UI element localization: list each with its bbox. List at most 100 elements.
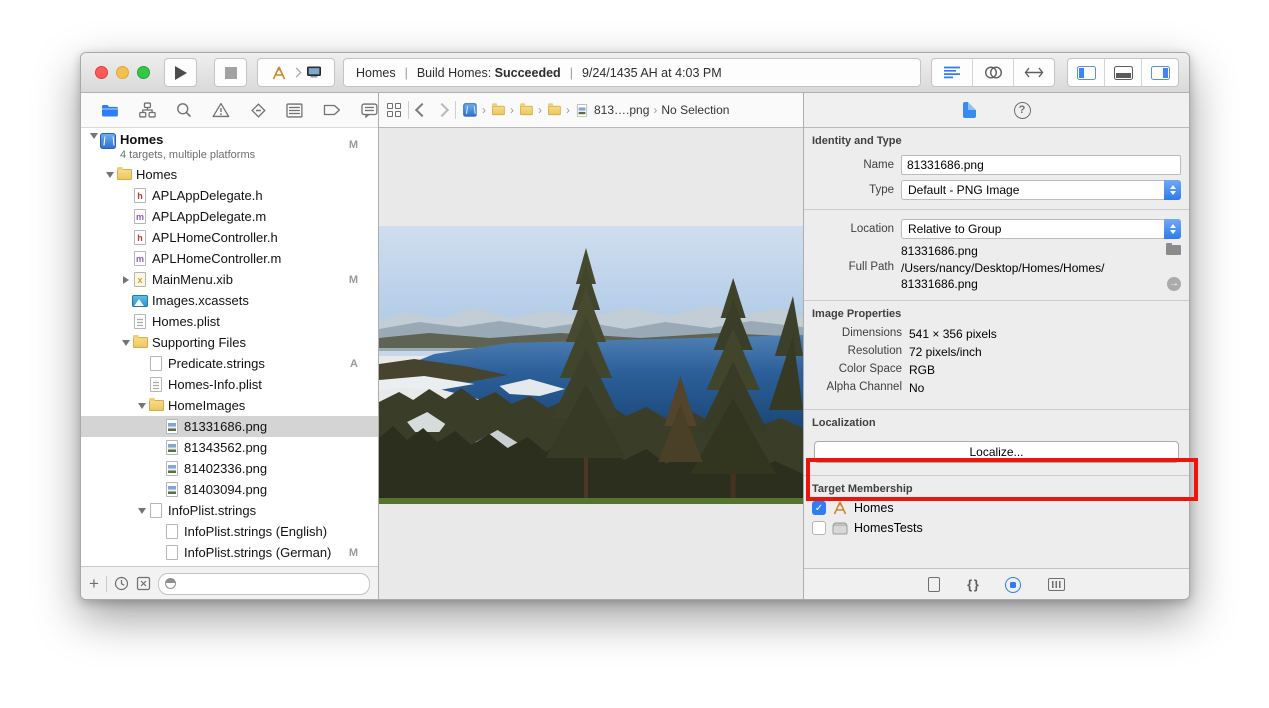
tree-row-group[interactable]: Supporting Files xyxy=(81,332,378,353)
strings-file-icon xyxy=(148,566,164,567)
disclosure-triangle[interactable] xyxy=(87,133,100,139)
close-window-button[interactable] xyxy=(95,66,108,79)
file-name: MainMenu.xib xyxy=(152,272,233,287)
symbol-navigator-icon[interactable] xyxy=(139,102,156,118)
issue-navigator-icon[interactable] xyxy=(212,102,230,118)
go-back-button[interactable] xyxy=(415,103,429,117)
find-navigator-icon[interactable] xyxy=(176,102,192,118)
activity-status-bar[interactable]: Homes | Build Homes: Succeeded | 9/24/14… xyxy=(343,58,921,87)
location-popup[interactable]: Relative to Group xyxy=(901,219,1181,239)
show-in-finder-icon[interactable] xyxy=(1166,245,1181,255)
target-checkbox-checked[interactable]: ✓ xyxy=(812,501,826,515)
lake-tahoe-photo xyxy=(379,226,803,504)
file-inspector-tab-icon[interactable] xyxy=(963,102,976,118)
zoom-window-button[interactable] xyxy=(137,66,150,79)
tree-row-file-clipped[interactable]: Localizable.strings M xyxy=(81,563,378,566)
tree-row-file[interactable]: 81403094.png xyxy=(81,479,378,500)
tree-row-file[interactable]: h APLHomeController.h xyxy=(81,227,378,248)
folder-icon[interactable] xyxy=(547,103,561,117)
identity-section: Identity and Type Name Type Default - PN… xyxy=(804,128,1189,200)
tree-row-group[interactable]: InfoPlist.strings xyxy=(81,500,378,521)
disclosure-triangle[interactable] xyxy=(135,508,148,514)
debug-navigator-icon[interactable] xyxy=(286,103,303,118)
tree-row-group[interactable]: Homes xyxy=(81,164,378,185)
breadcrumb-separator: › xyxy=(538,103,542,117)
breadcrumb-file[interactable]: 813….png xyxy=(594,103,649,117)
navigator-panel-icon xyxy=(1077,66,1096,80)
section-title: Image Properties xyxy=(804,301,1189,323)
tree-row-file[interactable]: m APLHomeController.m xyxy=(81,248,378,269)
name-field[interactable] xyxy=(901,155,1181,175)
file-template-library-icon[interactable] xyxy=(928,577,940,592)
stop-button[interactable] xyxy=(214,58,247,87)
media-library-icon[interactable] xyxy=(1048,578,1065,591)
tree-row-file[interactable]: x MainMenu.xib M xyxy=(81,269,378,290)
folder-icon[interactable] xyxy=(519,103,533,117)
run-button[interactable] xyxy=(164,58,197,87)
toggle-debug-area-button[interactable] xyxy=(1105,59,1142,86)
screenshot-stage: { "toolbar": { "status": { "project": "H… xyxy=(0,0,1269,708)
tree-row-file[interactable]: Predicate.strings A xyxy=(81,353,378,374)
status-build-result: Succeeded xyxy=(495,66,561,80)
tree-row-file[interactable]: h APLAppDelegate.h xyxy=(81,185,378,206)
tree-row-file[interactable]: 81402336.png xyxy=(81,458,378,479)
inspector-content: Identity and Type Name Type Default - PN… xyxy=(804,128,1189,568)
file-name: InfoPlist.strings (English) xyxy=(184,524,327,539)
report-navigator-icon[interactable] xyxy=(361,103,378,118)
utilities-inspector: ? Identity and Type Name Type Default - … xyxy=(803,93,1189,600)
breadcrumb-separator: › xyxy=(566,103,570,117)
test-navigator-icon[interactable] xyxy=(250,102,267,119)
tree-row-file[interactable]: 81343562.png xyxy=(81,437,378,458)
target-checkbox-unchecked[interactable] xyxy=(812,521,826,535)
open-path-arrow-icon[interactable]: → xyxy=(1167,277,1181,291)
toolbar: Homes | Build Homes: Succeeded | 9/24/14… xyxy=(81,53,1189,93)
go-forward-button[interactable] xyxy=(435,103,449,117)
version-editor-button[interactable] xyxy=(1014,59,1054,86)
disclosure-triangle[interactable] xyxy=(119,340,132,346)
filter-field[interactable] xyxy=(158,573,370,595)
breadcrumb-separator: › xyxy=(482,103,486,117)
type-popup[interactable]: Default - PNG Image xyxy=(901,180,1181,200)
disclosure-triangle[interactable] xyxy=(119,276,132,284)
tree-row-group[interactable]: HomeImages xyxy=(81,395,378,416)
tree-row-file[interactable]: Homes.plist xyxy=(81,311,378,332)
section-title: Localization xyxy=(804,410,1189,432)
tree-row-project[interactable]: Homes4 targets, multiple platforms M xyxy=(81,131,378,164)
folder-icon xyxy=(116,167,132,183)
tree-row-file[interactable]: m APLAppDelegate.m xyxy=(81,206,378,227)
tree-row-file[interactable]: InfoPlist.strings (German) M xyxy=(81,542,378,563)
project-icon[interactable] xyxy=(463,103,477,117)
folder-icon[interactable] xyxy=(491,103,505,117)
object-library-icon[interactable] xyxy=(1005,577,1021,593)
minimize-window-button[interactable] xyxy=(116,66,129,79)
utilities-panel-icon xyxy=(1151,66,1170,80)
tree-row-file[interactable]: Images.xcassets xyxy=(81,290,378,311)
breakpoint-navigator-icon[interactable] xyxy=(323,104,341,116)
toggle-utilities-button[interactable] xyxy=(1142,59,1178,86)
project-navigator-icon[interactable] xyxy=(101,103,119,118)
popup-stepper-icon xyxy=(1164,219,1181,239)
play-icon xyxy=(175,66,187,80)
file-name: InfoPlist.strings (German) xyxy=(184,545,331,560)
file-name: Homes.plist xyxy=(152,314,220,329)
toggle-navigator-button[interactable] xyxy=(1068,59,1105,86)
code-snippet-library-icon[interactable]: { } xyxy=(967,577,978,592)
status-project: Homes xyxy=(356,66,396,80)
quick-help-tab-icon[interactable]: ? xyxy=(1014,102,1031,119)
related-items-icon[interactable] xyxy=(387,103,402,118)
disclosure-triangle[interactable] xyxy=(135,403,148,409)
breadcrumb-selection[interactable]: No Selection xyxy=(661,103,729,117)
png-file-icon[interactable] xyxy=(575,103,589,117)
assistant-editor-button[interactable] xyxy=(973,59,1014,86)
scheme-selector[interactable] xyxy=(257,58,335,87)
standard-editor-button[interactable] xyxy=(932,59,973,86)
tree-row-file[interactable]: InfoPlist.strings (English) xyxy=(81,521,378,542)
add-button[interactable]: + xyxy=(89,575,99,592)
recent-files-icon[interactable] xyxy=(114,576,129,591)
source-control-status-icon[interactable] xyxy=(136,576,151,591)
tree-row-file-selected[interactable]: 81331686.png xyxy=(81,416,378,437)
project-subtitle: 4 targets, multiple platforms xyxy=(120,149,255,161)
disclosure-triangle[interactable] xyxy=(103,172,116,178)
tree-row-file[interactable]: Homes-Info.plist xyxy=(81,374,378,395)
target-row: HomesTests xyxy=(804,518,1189,538)
